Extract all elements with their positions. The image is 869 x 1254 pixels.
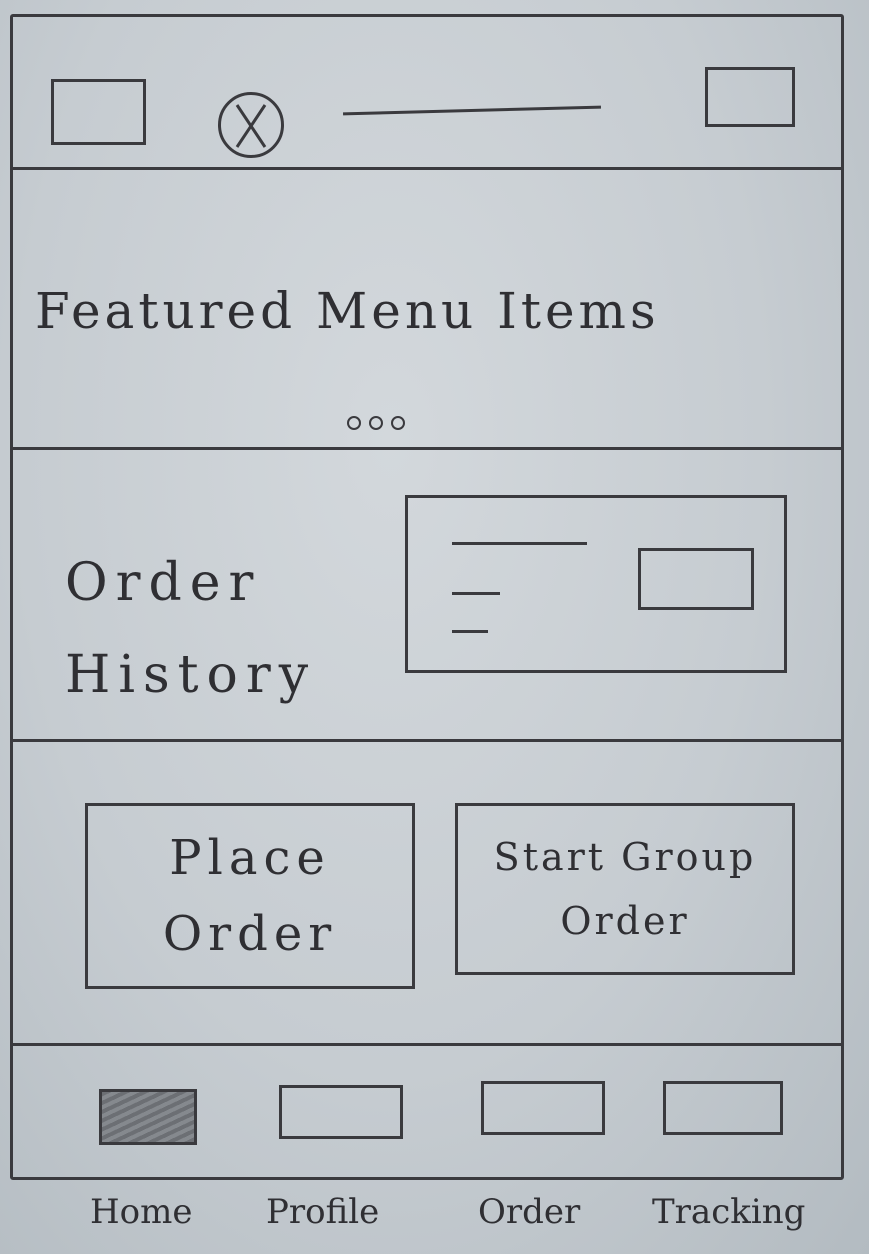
card-text-line — [452, 592, 500, 595]
order-history-label: Order History — [65, 537, 365, 721]
group-order-line2: Order — [560, 899, 690, 943]
tab-tracking-label: Tracking — [652, 1192, 806, 1232]
divider-top — [11, 167, 843, 170]
carousel-dots[interactable] — [347, 415, 413, 434]
place-order-button[interactable]: Place Order — [85, 803, 415, 989]
app-title-placeholder — [343, 105, 601, 116]
divider-featured — [11, 447, 843, 450]
menu-icon[interactable] — [51, 79, 146, 145]
tab-profile[interactable] — [279, 1085, 403, 1139]
featured-menu-title[interactable]: Featured Menu Items — [35, 282, 825, 340]
order-history-line2: History — [65, 645, 317, 705]
x-mark-icon — [235, 104, 267, 148]
start-group-order-button[interactable]: Start Group Order — [455, 803, 795, 975]
tab-order[interactable] — [481, 1081, 605, 1135]
tab-tracking[interactable] — [663, 1081, 783, 1135]
divider-actions — [11, 1043, 843, 1046]
tab-home[interactable] — [99, 1089, 197, 1145]
tab-profile-label: Profile — [266, 1192, 380, 1232]
reorder-button[interactable] — [638, 548, 754, 610]
cart-icon[interactable] — [705, 67, 795, 127]
card-text-line — [452, 630, 488, 633]
carousel-dot[interactable] — [391, 416, 405, 430]
group-order-line1: Start Group — [493, 835, 757, 879]
order-history-line1: Order — [65, 553, 262, 613]
phone-frame: Featured Menu Items Order History Place … — [10, 14, 844, 1180]
carousel-dot[interactable] — [369, 416, 383, 430]
card-text-line — [452, 542, 587, 545]
place-order-line2: Order — [162, 906, 338, 962]
top-bar — [13, 17, 841, 182]
place-order-line1: Place — [169, 830, 331, 886]
tab-order-label: Order — [478, 1192, 581, 1232]
logo-placeholder-icon — [218, 92, 284, 158]
divider-history — [11, 739, 843, 742]
order-history-card[interactable] — [405, 495, 787, 673]
carousel-dot[interactable] — [347, 416, 361, 430]
tab-home-label: Home — [90, 1192, 193, 1232]
